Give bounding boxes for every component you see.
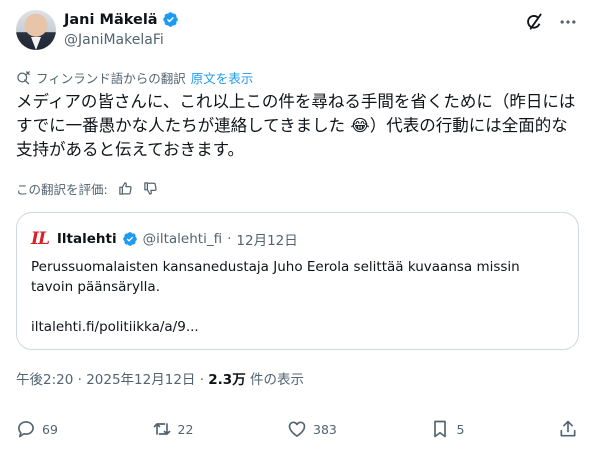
- rate-translation-label: この翻訳を評価:: [16, 182, 108, 197]
- reply-icon: [18, 421, 34, 438]
- avatar[interactable]: [16, 10, 56, 50]
- timestamp-text[interactable]: 午後2:20 · 2025年12月12日 ·: [16, 372, 208, 388]
- bookmark-icon: [434, 420, 447, 438]
- author-handle[interactable]: @JaniMakelaFi: [64, 32, 164, 48]
- author-name-line[interactable]: Jani Mäkelä: [64, 11, 179, 28]
- quoted-author-handle: @iltalehti_fi: [142, 231, 223, 247]
- tweet-text: メディアの皆さんに、これ以上この件を尋ねる手間を省くために（昨日にはすでに一番愚…: [16, 92, 576, 159]
- show-original-link[interactable]: 原文を表示: [191, 68, 254, 87]
- author-display-name[interactable]: Jani Mäkelä: [64, 12, 158, 28]
- like-count: 383: [313, 421, 337, 437]
- translate-icon: [17, 71, 30, 85]
- quoted-author-name: Iltalehti: [56, 231, 117, 247]
- repost-icon: [153, 423, 170, 435]
- views-label: 件の表示: [245, 372, 304, 388]
- tweet-timestamp: 午後2:20 · 2025年12月12日 · 2.3万 件の表示: [16, 368, 304, 388]
- reply-count: 69: [42, 421, 58, 437]
- grok-icon[interactable]: [524, 12, 544, 32]
- translation-source-text: フィンランド語からの翻訳: [36, 71, 186, 86]
- views-count: 2.3万: [208, 372, 246, 388]
- repost-button[interactable]: 22: [152, 419, 194, 439]
- quoted-date: 12月12日: [236, 233, 298, 249]
- share-icon: [560, 420, 576, 437]
- quoted-link[interactable]: iltalehti.fi/politiikka/a/9...: [31, 319, 199, 335]
- iltalehti-logo: IL: [31, 229, 50, 249]
- quoted-tweet-header: IL Iltalehti @iltalehti_fi · 12月12日: [31, 229, 298, 249]
- quoted-tweet[interactable]: IL Iltalehti @iltalehti_fi · 12月12日 Peru…: [16, 212, 579, 350]
- action-bar: 69 22 383 5: [16, 417, 578, 441]
- rate-translation: この翻訳を評価:: [16, 179, 158, 198]
- heart-icon: [288, 421, 306, 437]
- share-button[interactable]: [558, 419, 578, 439]
- tweet-header: Jani Mäkelä @JaniMakelaFi: [16, 10, 578, 54]
- reply-button[interactable]: 69: [16, 419, 58, 439]
- like-button[interactable]: 383: [287, 419, 337, 439]
- quoted-text: Perussuomalaisten kansanedustaja Juho Ee…: [31, 259, 520, 295]
- bookmark-button[interactable]: 5: [430, 419, 464, 439]
- verified-badge-icon: [162, 12, 178, 27]
- quoted-separator: ·: [227, 231, 232, 247]
- repost-count: 22: [177, 421, 194, 437]
- verified-badge-icon: [122, 232, 137, 246]
- thumbs-up-icon[interactable]: [118, 181, 133, 196]
- translation-note: フィンランド語からの翻訳 原文を表示: [16, 68, 253, 87]
- more-icon[interactable]: [558, 12, 578, 32]
- thumbs-down-icon[interactable]: [143, 181, 158, 196]
- bookmark-count: 5: [456, 421, 465, 437]
